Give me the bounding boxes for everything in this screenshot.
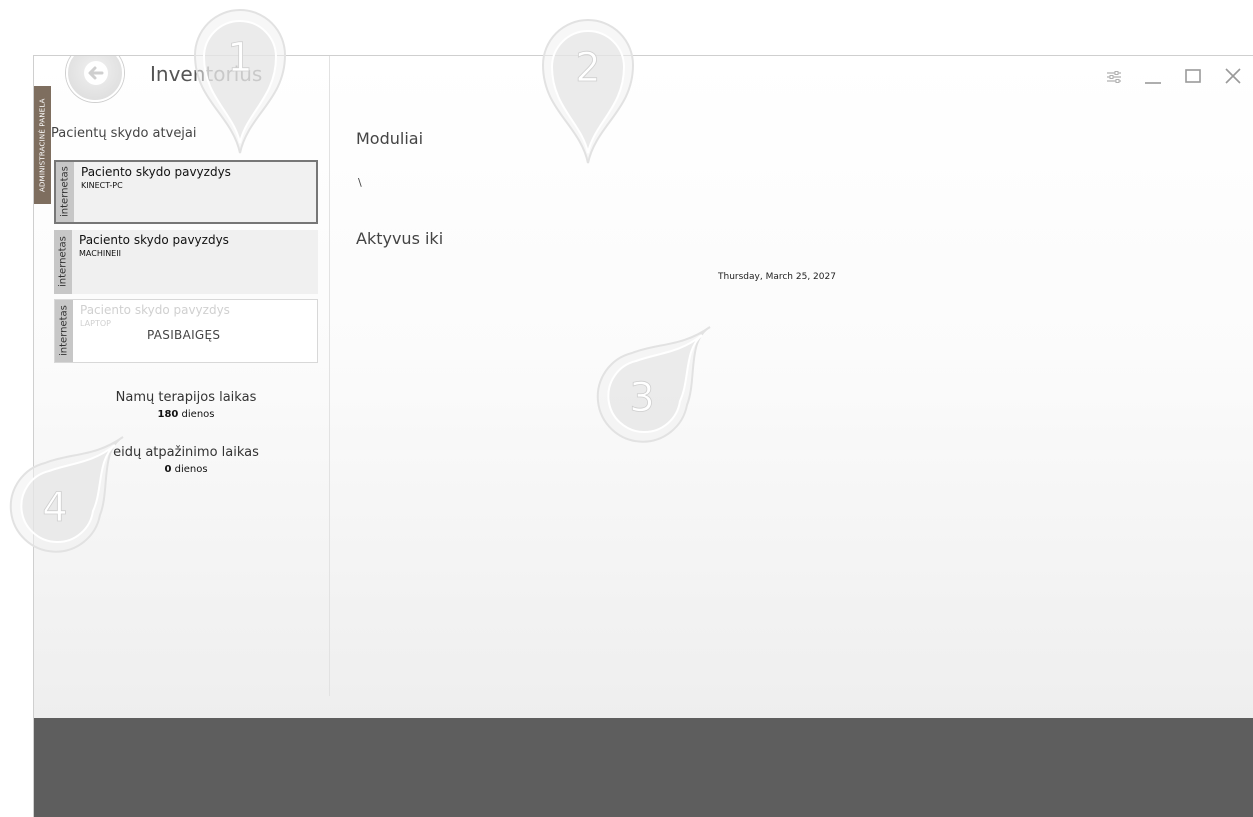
case-type-label: internetas (54, 230, 72, 294)
case-type-label: internetas (55, 300, 73, 362)
case-status-badge: PASIBAIGĘS (147, 328, 221, 342)
recognition-unit: dienos (174, 464, 208, 475)
recognition-days: 0 (164, 464, 172, 475)
case-card[interactable]: internetas Paciento skydo pavyzdys KINEC… (54, 160, 318, 224)
callout-number: 4 (42, 485, 67, 531)
active-until-date: Thursday, March 25, 2027 (718, 272, 836, 282)
case-type-label: internetas (56, 162, 74, 222)
case-title: Paciento skydo pavyzdys (80, 303, 230, 317)
case-card[interactable]: internetas Paciento skydo pavyzdys MACHI… (54, 230, 318, 294)
cases-heading: Pacientų skydo atvejai (51, 126, 197, 141)
case-machine: LAPTOP (80, 319, 111, 328)
footer-bar (34, 718, 1253, 817)
case-title: Paciento skydo pavyzdys (79, 233, 229, 247)
home-therapy-value: 180 dienos (54, 409, 318, 420)
case-card-expired[interactable]: internetas Paciento skydo pavyzdys LAPTO… (54, 299, 318, 363)
callout-pin-1: 1 (193, 9, 287, 154)
callout-number: 2 (575, 45, 600, 91)
home-therapy-days: 180 (157, 409, 179, 420)
callout-pin-3: 3 (596, 326, 711, 443)
case-title: Paciento skydo pavyzdys (81, 165, 231, 179)
case-machine: MACHINEII (79, 249, 121, 258)
admin-panel-tab[interactable]: ADMINISTRACINĖ PANELA (34, 86, 51, 204)
callout-pin-2: 2 (541, 19, 635, 164)
callout-pin-4: 4 (9, 436, 124, 553)
callout-number: 1 (227, 35, 252, 81)
modules-title: Moduliai (356, 129, 424, 148)
home-therapy-unit: dienos (181, 409, 215, 420)
callout-number: 3 (629, 375, 654, 421)
case-machine: KINECT-PC (81, 181, 123, 190)
modules-value: \ (358, 176, 362, 189)
home-therapy-label: Namų terapijos laikas (115, 390, 257, 405)
details-panel: Moduliai \ Aktyvus iki Thursday, March 2… (356, 56, 1253, 696)
active-until-title: Aktyvus iki (356, 229, 444, 248)
